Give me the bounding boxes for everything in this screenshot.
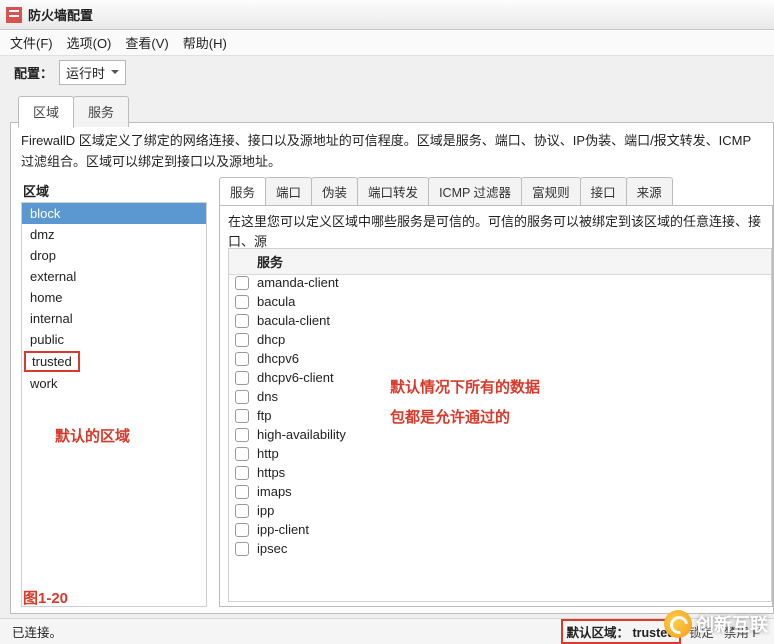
zone-side: 区域 blockdmzdropexternalhomeinternalpubli… <box>21 177 207 607</box>
service-side: 服务 端口 伪装 端口转发 ICMP 过滤器 富规则 接口 来源 在这里您可以定… <box>219 177 773 607</box>
status-default-zone: 默认区域： trusted <box>561 619 681 644</box>
service-row[interactable]: bacula <box>229 292 771 311</box>
zone-description: FirewallD 区域定义了绑定的网络连接、接口以及源地址的可信程度。区域是服… <box>21 131 763 173</box>
service-row[interactable]: https <box>229 463 771 482</box>
service-row[interactable]: dhcpv6-client <box>229 368 771 387</box>
tab-zones[interactable]: 区域 <box>18 96 74 128</box>
service-name: bacula <box>257 294 295 309</box>
service-checkbox[interactable] <box>235 447 249 461</box>
zone-list[interactable]: blockdmzdropexternalhomeinternalpublictr… <box>21 202 207 607</box>
inner-tab-icmp-filter[interactable]: ICMP 过滤器 <box>428 177 522 206</box>
service-row[interactable]: ipp <box>229 501 771 520</box>
service-name: ftp <box>257 408 271 423</box>
service-row[interactable]: dns <box>229 387 771 406</box>
services-rows[interactable]: amanda-client bacula bacula-client dhcp dhcp… <box>229 273 771 601</box>
service-checkbox[interactable] <box>235 466 249 480</box>
inner-tab-ports[interactable]: 端口 <box>265 177 312 206</box>
service-row[interactable]: http <box>229 444 771 463</box>
service-checkbox[interactable] <box>235 409 249 423</box>
service-row[interactable]: ipsec <box>229 539 771 558</box>
zones-panel: FirewallD 区域定义了绑定的网络连接、接口以及源地址的可信程度。区域是服… <box>10 122 774 614</box>
service-name: amanda-client <box>257 275 339 290</box>
tab-services[interactable]: 服务 <box>73 96 129 127</box>
inner-tab-rich-rules[interactable]: 富规则 <box>521 177 581 206</box>
app-icon <box>6 7 22 23</box>
service-checkbox[interactable] <box>235 314 249 328</box>
services-table: 服务 amanda-client bacula bacula-client dhcp d… <box>228 248 772 602</box>
config-label: 配置： <box>14 63 53 82</box>
inner-tab-sources[interactable]: 来源 <box>626 177 673 206</box>
status-connected: 已连接。 <box>12 622 62 641</box>
menu-help[interactable]: 帮助(H) <box>183 33 227 52</box>
service-checkbox[interactable] <box>235 295 249 309</box>
service-name: dhcpv6 <box>257 351 299 366</box>
services-description: 在这里您可以定义区域中哪些服务是可信的。可信的服务可以被绑定到该区域的任意连接、… <box>228 212 764 251</box>
menu-view[interactable]: 查看(V) <box>125 33 168 52</box>
service-checkbox[interactable] <box>235 276 249 290</box>
service-name: bacula-client <box>257 313 330 328</box>
service-checkbox[interactable] <box>235 542 249 556</box>
status-lock-button[interactable]: 锁定 <box>687 621 716 642</box>
service-name: high-availability <box>257 427 346 442</box>
service-checkbox[interactable] <box>235 352 249 366</box>
zone-heading: 区域 <box>23 181 207 200</box>
service-row[interactable]: bacula-client <box>229 311 771 330</box>
service-checkbox[interactable] <box>235 523 249 537</box>
service-row[interactable]: dhcpv6 <box>229 349 771 368</box>
service-name: http <box>257 446 279 461</box>
menu-bar: 文件(F) 选项(O) 查看(V) 帮助(H) <box>0 30 774 56</box>
menu-options[interactable]: 选项(O) <box>67 33 112 52</box>
inner-tab-interfaces[interactable]: 接口 <box>580 177 627 206</box>
zone-item-dmz[interactable]: dmz <box>22 224 206 245</box>
zone-item-external[interactable]: external <box>22 266 206 287</box>
status-disable-button[interactable]: 禁用 F <box>722 621 762 642</box>
inner-tab-services[interactable]: 服务 <box>219 177 266 207</box>
zone-item-work[interactable]: work <box>22 373 206 394</box>
service-row[interactable]: amanda-client <box>229 273 771 292</box>
service-checkbox[interactable] <box>235 371 249 385</box>
service-name: imaps <box>257 484 292 499</box>
service-checkbox[interactable] <box>235 333 249 347</box>
zone-item-drop[interactable]: drop <box>22 245 206 266</box>
inner-tab-masquerade[interactable]: 伪装 <box>311 177 358 206</box>
menu-file[interactable]: 文件(F) <box>10 33 53 52</box>
zone-item-internal[interactable]: internal <box>22 308 206 329</box>
services-col-header: 服务 <box>229 249 771 275</box>
service-row[interactable]: imaps <box>229 482 771 501</box>
service-checkbox[interactable] <box>235 504 249 518</box>
config-toolbar: 配置： 运行时 <box>0 56 774 88</box>
service-name: dns <box>257 389 278 404</box>
config-select-value: 运行时 <box>66 63 105 82</box>
service-checkbox[interactable] <box>235 485 249 499</box>
zone-item-trusted[interactable]: trusted <box>24 351 80 372</box>
service-row[interactable]: dhcp <box>229 330 771 349</box>
service-row[interactable]: ftp <box>229 406 771 425</box>
service-row[interactable]: ipp-client <box>229 520 771 539</box>
zone-item-home[interactable]: home <box>22 287 206 308</box>
service-name: dhcpv6-client <box>257 370 334 385</box>
title-bar: 防火墙配置 <box>0 0 774 30</box>
inner-tab-port-forward[interactable]: 端口转发 <box>357 177 429 206</box>
service-checkbox[interactable] <box>235 390 249 404</box>
service-name: https <box>257 465 285 480</box>
service-name: ipp <box>257 503 274 518</box>
service-name: dhcp <box>257 332 285 347</box>
outer-tabs: 区域 服务 <box>0 96 774 127</box>
services-subpanel: 在这里您可以定义区域中哪些服务是可信的。可信的服务可以被绑定到该区域的任意连接、… <box>219 205 773 607</box>
zone-item-public[interactable]: public <box>22 329 206 350</box>
zone-item-block[interactable]: block <box>22 203 206 224</box>
service-checkbox[interactable] <box>235 428 249 442</box>
status-bar: 已连接。 默认区域： trusted 锁定 禁用 F <box>0 618 774 644</box>
service-name: ipp-client <box>257 522 309 537</box>
app-title: 防火墙配置 <box>28 5 93 24</box>
service-name: ipsec <box>257 541 287 556</box>
config-select[interactable]: 运行时 <box>59 60 126 85</box>
service-row[interactable]: high-availability <box>229 425 771 444</box>
inner-tabs: 服务 端口 伪装 端口转发 ICMP 过滤器 富规则 接口 来源 <box>219 177 773 206</box>
